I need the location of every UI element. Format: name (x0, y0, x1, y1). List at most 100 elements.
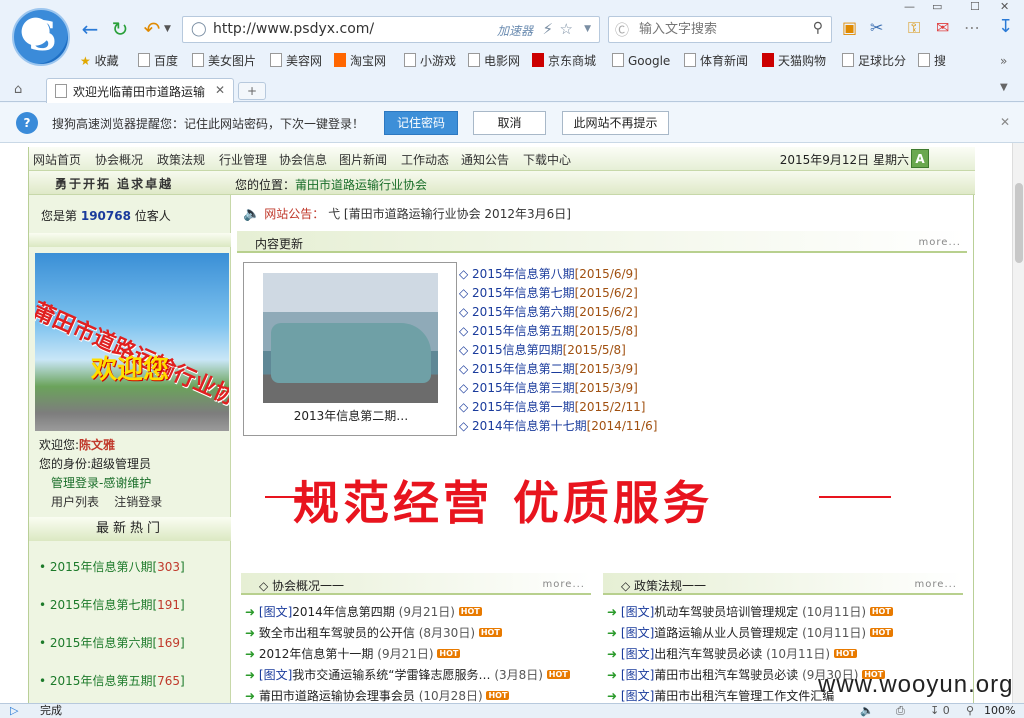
bookmark-item[interactable]: 小游戏 (404, 51, 456, 71)
bookmark-item[interactable]: 足球比分 (842, 51, 906, 71)
assoc-item[interactable]: ➜ 莆田市道路运输协会理事会员 (10月28日) HOT (245, 687, 510, 703)
window-close-icon[interactable]: ✕ (1000, 0, 1009, 13)
bookmark-item[interactable]: 美女图片 (192, 51, 256, 71)
home-icon[interactable]: ⌂ (14, 82, 22, 97)
news-item[interactable]: ◇ 2015年信息第二期[2015/3/9] (459, 360, 638, 377)
breadcrumb-current[interactable]: 莆田市道路运输行业协会 (295, 178, 427, 192)
download-count[interactable]: ↧ 0 (930, 704, 950, 718)
search-box[interactable]: Ⓒ ⚲ (608, 16, 832, 43)
news-item[interactable]: ◇ 2015年信息第六期[2015/6/2] (459, 303, 638, 320)
magnifier-icon[interactable]: ⚲ (813, 20, 823, 36)
sogou-logo-icon[interactable]: S (12, 8, 70, 66)
sidebar-toggle-icon[interactable]: ▷ (10, 704, 18, 718)
lightning-icon[interactable]: ⚡ (542, 20, 553, 38)
bookmark-item[interactable]: 体育新闻 (684, 51, 748, 71)
accelerator-label[interactable]: 加速器 (497, 22, 533, 39)
more-link[interactable]: more... (543, 579, 585, 590)
zoom-level[interactable]: 100% (984, 704, 1015, 718)
nav-download[interactable]: 下载中心 (523, 151, 571, 168)
key-icon[interactable]: ⚿ (908, 18, 920, 38)
tab-active[interactable]: 欢迎光临莆田市道路运输 ✕ (46, 78, 234, 103)
bookmarks-more-icon[interactable]: » (1000, 51, 1007, 71)
bookmark-item[interactable]: 京东商城 (532, 51, 596, 71)
news-item[interactable]: ◇ 2015年信息第五期[2015/5/8] (459, 322, 638, 339)
nav-notice[interactable]: 通知公告 (461, 151, 509, 168)
font-size-button[interactable]: A (911, 149, 929, 168)
news-item[interactable]: ◇ 2014年信息第十七期[2014/11/6] (459, 417, 658, 434)
tab-list-icon[interactable]: ▼ (1000, 82, 1008, 93)
admin-login-link[interactable]: 管理登录-感谢维护 (51, 476, 151, 490)
bookmark-item[interactable]: Google (612, 51, 670, 71)
scrollbar-thumb[interactable] (1015, 183, 1023, 263)
policy-item[interactable]: ➜ [图文]莆田市出租汽车管理工作文件汇编 (607, 687, 834, 703)
news-item[interactable]: ◇ 2015年信息第八期[2015/6/9] (459, 265, 638, 282)
photo-caption[interactable]: 2013年信息第二期… (244, 407, 458, 424)
assoc-item[interactable]: ➜ 2012年信息第十一期 (9月21日) HOT (245, 645, 461, 662)
nav-policy[interactable]: 政策法规 (157, 151, 205, 168)
bookmark-item[interactable]: 淘宝网 (334, 51, 386, 71)
nav-management[interactable]: 行业管理 (219, 151, 267, 168)
hot-item[interactable]: • 2015年信息第八期[303] (39, 558, 185, 575)
tab-close-icon[interactable]: ✕ (215, 83, 225, 97)
bookmark-item[interactable]: 百度 (138, 51, 178, 71)
arrow-icon: ➜ (245, 626, 256, 640)
star-icon[interactable]: ☆ (560, 20, 573, 38)
bookmark-favorites[interactable]: ★ 收藏 (80, 51, 119, 71)
logout-link[interactable]: 注销登录 (114, 495, 162, 509)
news-item[interactable]: ◇ 2015信息第四期[2015/5/8] (459, 341, 626, 358)
cancel-button[interactable]: 取消 (473, 111, 546, 135)
nav-info[interactable]: 协会信息 (279, 151, 327, 168)
vertical-scrollbar[interactable] (1012, 143, 1024, 703)
policy-item[interactable]: ➜ [图文]道路运输从业人员管理规定 (10月11日) HOT (607, 624, 893, 641)
notice-text[interactable]: 弋 [莆田市道路运输行业协会 2012年3月6日] (328, 207, 571, 221)
restore-icon[interactable]: ▭ (932, 0, 942, 13)
hot-item[interactable]: • 2015年信息第七期[191] (39, 596, 185, 613)
policy-item[interactable]: ➜ [图文]机动车驾驶员培训管理规定 (10月11日) HOT (607, 603, 893, 620)
url-text[interactable]: http://www.psdyx.com/ (213, 21, 374, 37)
hot-item[interactable]: • 2015年信息第六期[169] (39, 634, 185, 651)
bookmark-item[interactable]: 搜 (918, 51, 946, 71)
more-link[interactable]: more... (915, 579, 957, 590)
mail-icon[interactable]: ✉ (936, 18, 949, 37)
jd-icon (532, 53, 544, 67)
hot-item[interactable]: • 2015年信息第五期[765] (39, 672, 185, 689)
photo-news[interactable]: 2013年信息第二期… (243, 262, 457, 436)
photo-image[interactable] (263, 273, 438, 403)
download-icon[interactable]: ↧ (998, 16, 1013, 37)
address-bar[interactable]: ◯ http://www.psdyx.com/ 加速器 ⚡ ☆ ▼ (182, 16, 600, 43)
dropdown-icon[interactable]: ▼ (584, 24, 591, 34)
new-tab-button[interactable]: + (238, 82, 266, 100)
refresh-icon[interactable]: ↻ (108, 16, 132, 42)
user-list-link[interactable]: 用户列表 (51, 495, 99, 509)
bookmark-item[interactable]: 电影网 (468, 51, 520, 71)
notify-close-icon[interactable]: ✕ (1000, 115, 1010, 129)
more-icon[interactable]: ⋯ (964, 18, 980, 37)
scissors-icon[interactable]: ✂ (870, 18, 883, 37)
minimize-icon[interactable]: — (904, 0, 915, 13)
print-icon[interactable]: ⎙ (896, 704, 905, 718)
nav-photo-news[interactable]: 图片新闻 (339, 151, 387, 168)
news-item[interactable]: ◇ 2015年信息第一期[2015/2/11] (459, 398, 646, 415)
more-link[interactable]: more... (919, 237, 961, 248)
bookmark-item[interactable]: 天猫购物 (762, 51, 826, 71)
remember-password-button[interactable]: 记住密码 (384, 111, 458, 135)
policy-item[interactable]: ➜ [图文]出租汽车驾驶员必读 (10月11日) HOT (607, 645, 857, 662)
search-input[interactable] (639, 21, 799, 36)
assoc-item[interactable]: ➜ [图文]我市交通运输系统“学雷锋志愿服务… (3月8日) HOT (245, 666, 570, 683)
maximize-icon[interactable]: ☐ (970, 0, 980, 13)
nav-work[interactable]: 工作动态 (401, 151, 449, 168)
zoom-icon[interactable]: ⚲ (966, 704, 974, 718)
assoc-item[interactable]: ➜ 致全市出租车驾驶员的公开信 (8月30日) HOT (245, 624, 502, 641)
speaker-icon[interactable]: 🔈 (860, 704, 874, 718)
extension-icon[interactable]: ▣ (842, 18, 857, 37)
nav-home[interactable]: 网站首页 (33, 151, 81, 168)
news-item[interactable]: ◇ 2015年信息第七期[2015/6/2] (459, 284, 638, 301)
bookmark-item[interactable]: 美容网 (270, 51, 322, 71)
never-prompt-button[interactable]: 此网站不再提示 (562, 111, 669, 135)
back-icon[interactable]: ← (78, 16, 102, 42)
chevron-down-icon[interactable]: ▼ (164, 24, 171, 34)
nav-overview[interactable]: 协会概况 (95, 151, 143, 168)
assoc-item[interactable]: ➜ [图文]2014年信息第四期 (9月21日) HOT (245, 603, 482, 620)
undo-icon[interactable]: ↶ (140, 16, 164, 42)
news-item[interactable]: ◇ 2015年信息第三期[2015/3/9] (459, 379, 638, 396)
